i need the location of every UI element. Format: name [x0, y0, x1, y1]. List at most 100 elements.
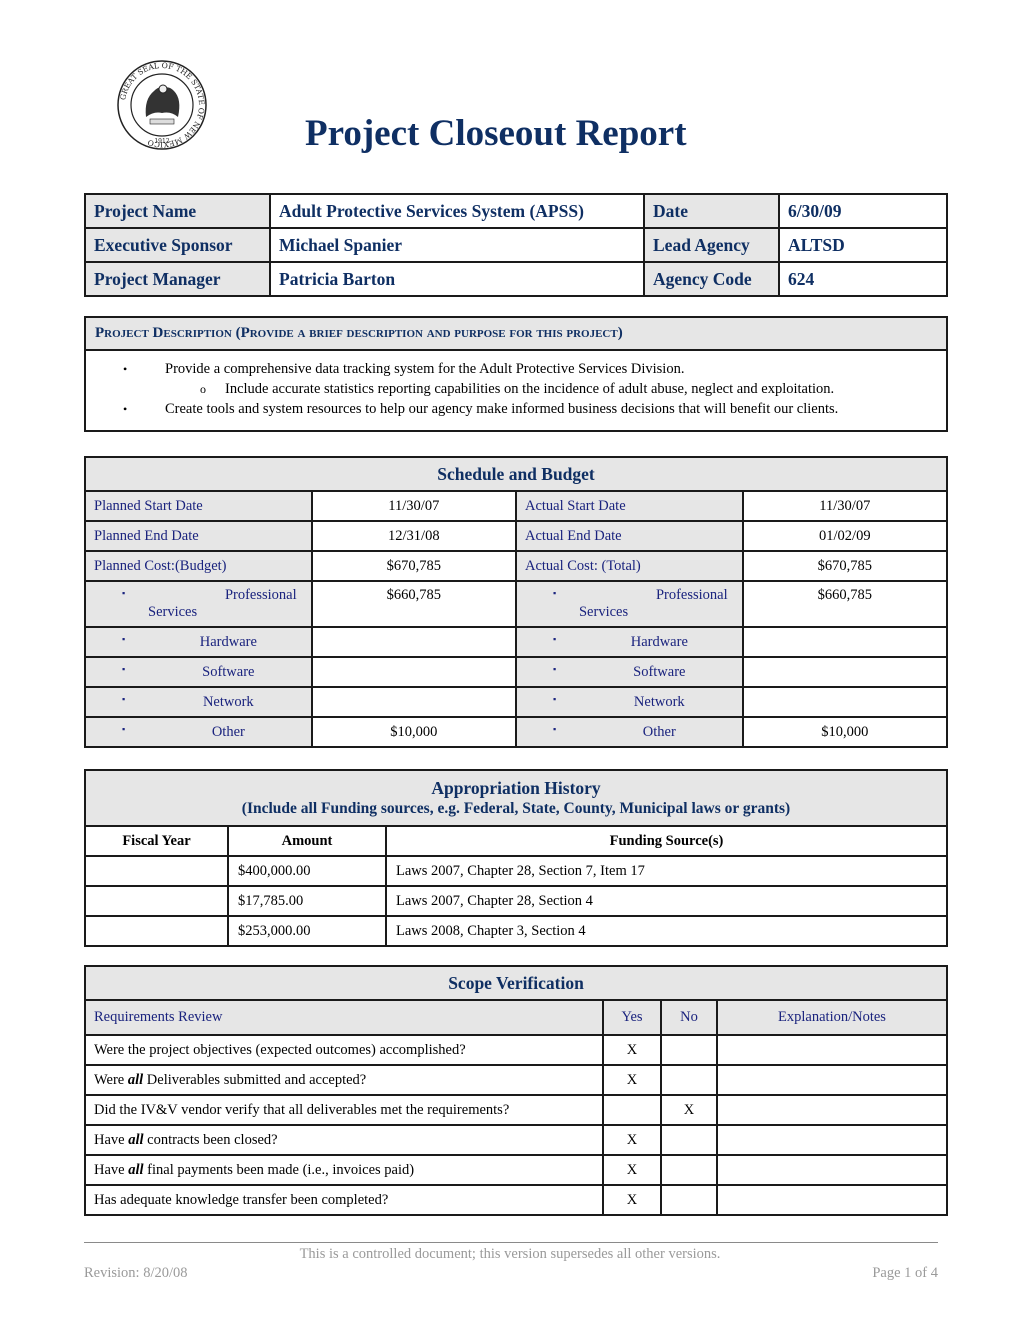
cost-category-label: ▪ Professional Services	[84, 580, 313, 628]
column-header-requirements-review: Requirements Review	[84, 999, 604, 1036]
schedule-label: Planned Cost:(Budget)	[84, 550, 313, 582]
question-text: contracts been closed?	[143, 1131, 278, 1148]
scope-row: Were the project objectives (expected ou…	[84, 1034, 948, 1066]
question-text: Has adequate knowledge transfer been com…	[94, 1191, 389, 1208]
square-bullet-icon: ▪	[122, 588, 126, 598]
cost-category-value	[741, 686, 949, 718]
cost-category-text: Services	[148, 604, 198, 620]
square-bullet-icon: ▪	[122, 724, 126, 734]
cost-category-text: Hardware	[630, 633, 688, 650]
info-value: Patricia Barton	[269, 261, 645, 297]
scope-row: Did the IV&V vendor verify that all deli…	[84, 1094, 948, 1126]
cost-category-value: $10,000	[741, 716, 949, 748]
requirement-question: Have all final payments been made (i.e.,…	[84, 1154, 604, 1186]
column-header-no: No	[660, 999, 718, 1036]
cost-category-text: Network	[202, 693, 254, 710]
info-label: Project Name	[84, 193, 271, 229]
square-bullet-icon: ▪	[552, 694, 557, 704]
cost-category-value	[741, 626, 949, 658]
no-mark: X	[660, 1094, 718, 1126]
cost-category-value: $660,785	[741, 580, 949, 628]
fiscal-year-cell	[84, 885, 229, 917]
scope-row: Has adequate knowledge transfer been com…	[84, 1184, 948, 1216]
notes-cell	[716, 1034, 948, 1066]
schedule-value: $670,785	[310, 550, 517, 582]
requirement-question: Were all Deliverables submitted and acce…	[84, 1064, 604, 1096]
cost-category-label: ▪ Software	[84, 656, 313, 688]
yes-mark: X	[602, 1124, 662, 1156]
amount-cell: $400,000.00	[227, 855, 387, 887]
cost-category-text: Other	[211, 723, 245, 740]
amount-cell: $17,785.00	[227, 885, 387, 917]
appropriation-row: $253,000.00 Laws 2008, Chapter 3, Section…	[84, 915, 948, 947]
description-item: • Create tools and system resources to he…	[96, 399, 936, 420]
requirement-question: Has adequate knowledge transfer been com…	[84, 1184, 604, 1216]
seal-icon: GREAT SEAL OF THE STATE OF NEW MEXICO 19…	[117, 60, 207, 150]
notes-cell	[716, 1094, 948, 1126]
no-mark	[660, 1154, 718, 1186]
info-row: Project Name Adult Protective Services Sy…	[84, 193, 948, 229]
footer-page-number: Page 1 of 4	[872, 1265, 938, 1281]
notes-cell	[716, 1154, 948, 1186]
footer-revision: Revision: 8/20/08	[84, 1265, 188, 1281]
question-text: Did the IV&V vendor verify that all deli…	[94, 1101, 510, 1118]
no-mark	[660, 1064, 718, 1096]
scope-verification-table: Scope Verification Requirements Review Y…	[84, 965, 948, 1216]
cost-category-label: ▪ Network	[84, 686, 313, 718]
info-row: Project Manager Patricia Barton Agency Cod…	[84, 261, 948, 297]
description-item: o Include accurate statistics reporting c…	[96, 380, 936, 399]
info-label: Project Manager	[84, 261, 271, 297]
schedule-label: Planned Start Date	[84, 490, 313, 522]
schedule-row-other: ▪ Other $10,000 ▪ Other $10,000	[84, 716, 949, 748]
funding-source-cell: Laws 2007, Chapter 28, Section 4	[385, 885, 948, 917]
schedule-row: Planned Start Date 11/30/07 Actual Start D…	[84, 490, 949, 522]
yes-mark: X	[602, 1184, 662, 1216]
cost-category-label: ▪ Software	[514, 656, 744, 688]
cost-category-label: ▪ Other	[84, 716, 313, 748]
yes-mark: X	[602, 1154, 662, 1186]
notes-cell	[716, 1064, 948, 1096]
cost-category-label: ▪ Hardware	[84, 626, 313, 658]
description-text: Include accurate statistics reporting ca…	[225, 381, 835, 397]
project-description-heading: Project Description (Provide a brief des…	[84, 316, 948, 351]
info-label: Date	[643, 193, 780, 229]
notes-cell	[716, 1184, 948, 1216]
cost-category-text: Hardware	[199, 633, 257, 650]
cost-category-value	[741, 656, 949, 688]
info-row: Executive Sponsor Michael Spanier Lead Age…	[84, 227, 948, 263]
cost-category-value: $660,785	[310, 580, 517, 628]
description-text: Create tools and system resources to hel…	[165, 401, 839, 417]
schedule-budget-title: Schedule and Budget	[84, 456, 948, 492]
appropriation-history-table: Appropriation History (Include all Fundi…	[84, 769, 948, 947]
schedule-row-hardware: ▪ Hardware ▪ Hardware	[84, 626, 949, 658]
description-item: • Provide a comprehensive data tracking s…	[96, 359, 936, 380]
square-bullet-icon: ▪	[552, 664, 557, 674]
question-emphasis: all	[127, 1071, 144, 1088]
fiscal-year-cell	[84, 915, 229, 947]
cost-category-value: $10,000	[310, 716, 517, 748]
footer-controlled-note: This is a controlled document; this vers…	[299, 1246, 721, 1262]
square-bullet-icon: ▪	[552, 588, 557, 598]
amount-cell: $253,000.00	[227, 915, 387, 947]
column-header-yes: Yes	[602, 999, 662, 1036]
seal-year: 1912	[154, 138, 169, 145]
scope-verification-title: Scope Verification	[84, 965, 948, 1001]
info-value: 624	[778, 261, 948, 297]
cost-category-text: Other	[642, 723, 676, 740]
question-text: final payments been made (i.e., invoices…	[143, 1161, 415, 1178]
project-description-section: Project Description (Provide a brief des…	[84, 316, 948, 432]
scope-row: Have all final payments been made (i.e.,…	[84, 1154, 948, 1186]
appropriation-row: $17,785.00 Laws 2007, Chapter 28, Section…	[84, 885, 948, 917]
square-bullet-icon: ▪	[552, 634, 557, 644]
info-value: 6/30/09	[778, 193, 948, 229]
cost-category-label: ▪ Professional Services	[514, 580, 744, 628]
question-text: Deliverables submitted and accepted?	[143, 1071, 367, 1088]
column-header-fiscal-year: Fiscal Year	[84, 825, 229, 857]
requirement-question: Did the IV&V vendor verify that all deli…	[84, 1094, 604, 1126]
info-value: ALTSD	[778, 227, 948, 263]
cost-category-text: Professional	[655, 587, 728, 603]
question-text: Were	[94, 1071, 128, 1088]
schedule-row-network: ▪ Network ▪ Network	[84, 686, 949, 718]
cost-category-value	[310, 626, 517, 658]
schedule-value: $670,785	[741, 550, 949, 582]
